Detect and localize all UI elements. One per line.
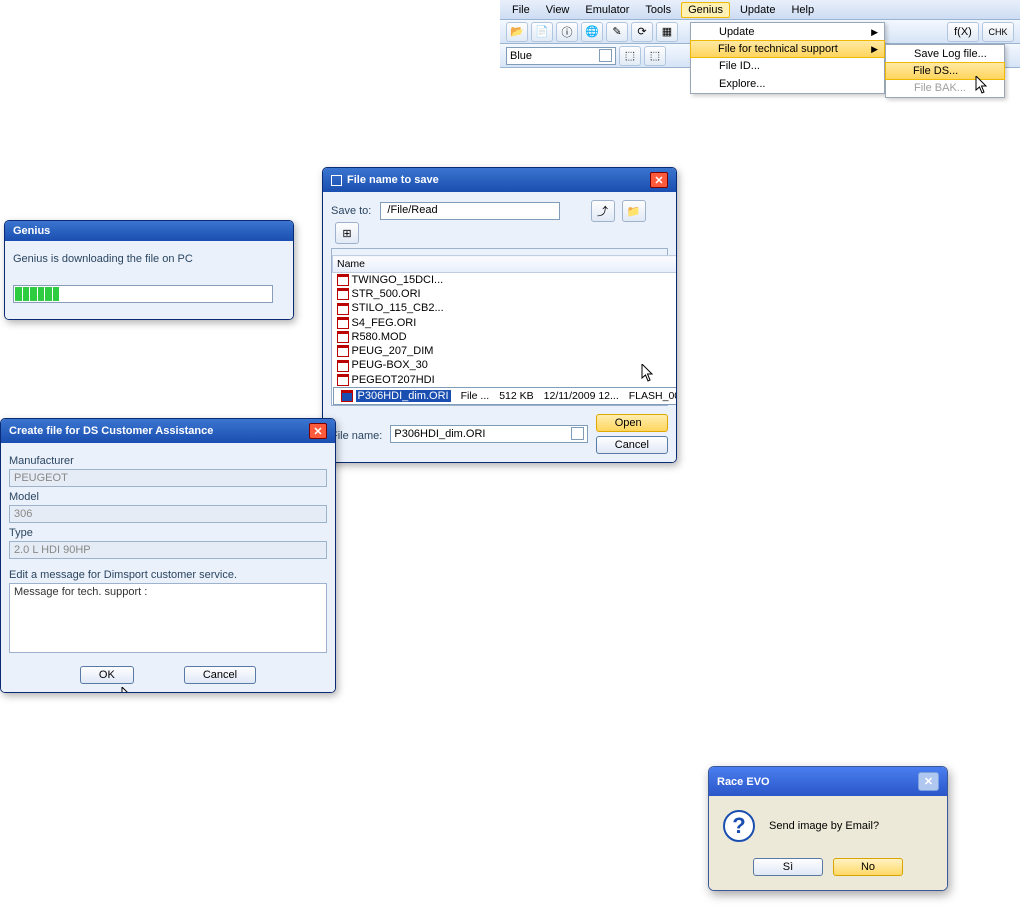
toolbar-grid-icon[interactable]: ▦ [656,22,678,42]
message-textarea[interactable]: Message for tech. support : [9,583,327,653]
menu-tools[interactable]: Tools [639,3,677,17]
menu-update[interactable]: Update [734,3,781,17]
toolbar-fx-button[interactable]: f(X) [947,22,979,42]
genius-menu-fileid[interactable]: File ID... [691,57,884,75]
new-folder-icon[interactable]: 📁 [622,200,646,222]
menu-help[interactable]: Help [785,3,820,17]
fts-submenu: Save Log file... File DS... File BAK... [885,44,1005,98]
file-icon [337,360,349,372]
manufacturer-input[interactable] [9,469,327,487]
save-to-row: Save to: /File/Read ⤴ 📁 ⊞ [331,200,668,244]
save-to-path[interactable]: /File/Read [380,202,560,220]
table-row[interactable]: PEGEOT207HDIFile ...640 KB15/10/2009 14.… [333,373,678,387]
model-input[interactable] [9,505,327,523]
table-row[interactable]: TWINGO_15DCI...File ...128 KB24/09/2009 … [333,273,678,288]
msgbox-title: Race EVO [717,776,770,788]
download-progress [13,285,273,303]
file-icon [337,374,349,386]
menu-file[interactable]: File [506,3,536,17]
edit-msg-label: Edit a message for Dimsport customer ser… [9,569,327,581]
toolbar2-btn-1[interactable]: ⬚ [619,46,641,66]
table-row[interactable]: PEUG_207_DIMFile ...640 KB09/10/2009 09.… [333,344,678,358]
menubar: File View Emulator Tools Genius Update H… [500,0,1020,20]
si-button[interactable]: Sì [753,858,823,876]
color-select[interactable]: Blue [506,47,616,65]
app-menubar-area: File View Emulator Tools Genius Update H… [500,0,1020,68]
menu-view[interactable]: View [540,3,576,17]
close-icon[interactable]: ✕ [309,423,327,439]
filename-input[interactable]: P306HDI_dim.ORI [390,425,587,443]
manufacturer-label: Manufacturer [9,455,327,467]
toolbar-sync-icon[interactable]: ⟳ [631,22,653,42]
chevron-down-icon [599,49,612,62]
cancel-button[interactable]: Cancel [596,436,668,454]
close-icon[interactable]: ✕ [918,772,939,791]
col-name[interactable]: Name [333,256,678,273]
toolbar-doc-icon[interactable]: 📄 [531,22,553,42]
type-input[interactable] [9,541,327,559]
submenu-save-log[interactable]: Save Log file... [886,45,1004,63]
model-label: Model [9,491,327,503]
color-select-value: Blue [510,50,532,62]
download-dialog-title: Genius [5,221,293,241]
toolbar2-btn-2[interactable]: ⬚ [644,46,666,66]
toolbar-open-icon[interactable]: 📂 [506,22,528,42]
chevron-right-icon: ▶ [871,27,878,38]
ds-dialog-title: Create file for DS Customer Assistance [9,425,213,437]
file-icon [337,274,349,286]
file-icon [341,390,353,402]
genius-menu-explore[interactable]: Explore... [691,75,884,93]
table-row[interactable]: STILO_115_CB2...File 1...512 KB08/03/201… [333,301,678,315]
table-row[interactable]: P306HDI_dim.ORIFile ...512 KB12/11/2009 … [333,387,678,405]
file-icon [337,288,349,300]
table-row[interactable]: S4_FEG.ORIFile ...1,00 ...21/10/2009 15.… [333,316,678,330]
menu-genius[interactable]: Genius [681,2,730,18]
genius-dropdown: Update▶ File for technical support▶ File… [690,22,885,94]
open-button[interactable]: Open [596,414,668,432]
chevron-right-icon: ▶ [871,44,878,55]
chevron-down-icon [571,427,584,440]
type-label: Type [9,527,327,539]
table-row[interactable]: R580.MODFile ...448 KB01/09/2009 11...FL… [333,330,678,344]
file-list[interactable]: Name Attributes Dimens... Modify date Pr… [332,255,677,405]
msgbox-text: Send image by Email? [769,820,879,832]
toolbar-tool-icon[interactable]: ✎ [606,22,628,42]
submenu-file-bak: File BAK... [886,79,1004,97]
toolbar-globe-icon[interactable]: 🌐 [581,22,603,42]
view-icon[interactable]: ⊞ [335,222,359,244]
up-folder-icon[interactable]: ⤴ [591,200,615,222]
file-open-dialog: File name to save ✕ Save to: /File/Read … [322,167,677,463]
no-button[interactable]: No [833,858,903,876]
file-icon [337,331,349,343]
dialog-icon [331,175,342,186]
question-icon: ? [723,810,755,842]
file-icon [337,303,349,315]
ds-dialog: Create file for DS Customer Assistance ✕… [0,418,336,693]
toolbar-chk-button[interactable]: CHK [982,22,1014,42]
close-icon[interactable]: ✕ [650,172,668,188]
genius-menu-update[interactable]: Update▶ [691,23,884,41]
table-row[interactable]: PEUG-BOX_30File _...640 KB08/09/2009 10.… [333,358,678,372]
file-icon [337,345,349,357]
menu-emulator[interactable]: Emulator [579,3,635,17]
save-to-label: Save to: [331,205,371,217]
toolbar-info-icon[interactable]: ⓘ [556,22,578,42]
filename-label: File name: [331,430,382,442]
genius-menu-fts[interactable]: File for technical support▶ [690,40,885,58]
file-icon [337,317,349,329]
cancel-button[interactable]: Cancel [184,666,256,684]
table-row[interactable]: STR_500.ORIFile ...2,00 ...17/12/2009 13… [333,287,678,301]
submenu-file-ds[interactable]: File DS... [885,62,1005,80]
file-dialog-title: File name to save [347,174,439,186]
ok-button[interactable]: OK [80,666,134,684]
download-status-text: Genius is downloading the file on PC [13,253,285,265]
confirm-msgbox: Race EVO ✕ ? Send image by Email? Sì No [708,766,948,891]
download-dialog: Genius Genius is downloading the file on… [4,220,294,320]
